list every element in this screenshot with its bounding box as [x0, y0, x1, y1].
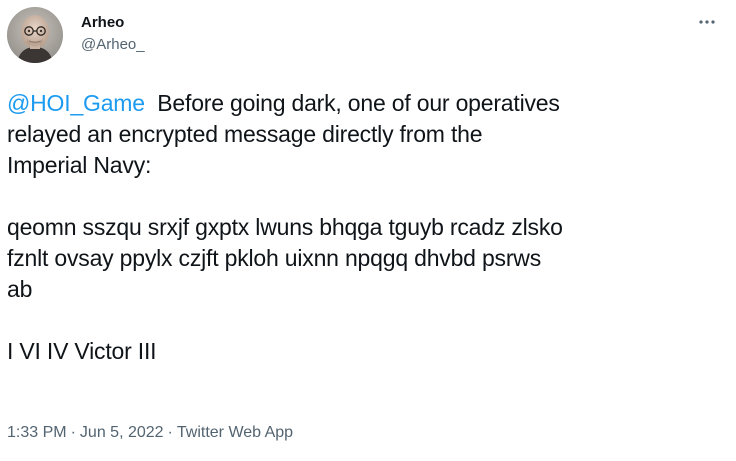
- cipher-line: fznlt ovsay ppylx czjft pkloh uixnn npqg…: [7, 245, 542, 271]
- avatar[interactable]: [7, 7, 63, 63]
- tweet-text: @HOI_Game Before going dark, one of our …: [7, 88, 729, 367]
- more-horizontal-icon: [699, 20, 715, 24]
- mention-link[interactable]: @HOI_Game: [7, 90, 145, 116]
- author-info: Arheo @Arheo_: [81, 15, 145, 53]
- signoff-line: I VI IV Victor III: [7, 338, 157, 364]
- avatar-image: [7, 7, 63, 63]
- tweet-source-link[interactable]: Twitter Web App: [177, 424, 293, 441]
- meta-separator: ·: [167, 424, 173, 441]
- tweet-date: Jun 5, 2022: [79, 424, 164, 441]
- tweet-time: 1:33 PM: [7, 424, 67, 441]
- more-options-button[interactable]: [694, 9, 720, 35]
- tweet-header: Arheo @Arheo_: [7, 7, 720, 67]
- author-handle[interactable]: @Arheo_: [81, 37, 145, 53]
- tweet-time-link[interactable]: 1:33 PM · Jun 5, 2022: [7, 424, 164, 441]
- tweet-card: Arheo @Arheo_ @HOI_Game Before going dar…: [0, 0, 736, 461]
- tweet-line: relayed an encrypted message directly fr…: [7, 121, 483, 147]
- cipher-line: ab: [7, 276, 33, 302]
- author-display-name[interactable]: Arheo: [81, 15, 145, 31]
- meta-separator: ·: [70, 424, 76, 441]
- tweet-meta: 1:33 PM · Jun 5, 2022 · Twitter Web App: [7, 422, 293, 444]
- tweet-line: @HOI_Game Before going dark, one of our …: [7, 88, 729, 119]
- tweet-line-text: Before going dark, one of our operatives: [157, 90, 560, 116]
- tweet-line: Imperial Navy:: [7, 152, 152, 178]
- cipher-line: qeomn sszqu srxjf gxptx lwuns bhqga tguy…: [7, 214, 563, 240]
